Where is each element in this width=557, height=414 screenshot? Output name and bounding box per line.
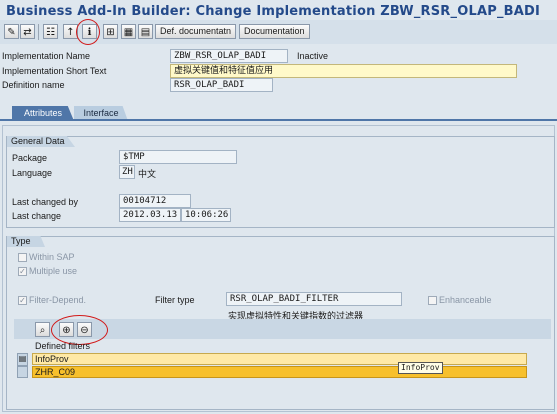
table-row[interactable]: ZHR_C09 [32,366,527,378]
tabstrip-border [0,119,557,121]
package-label: Package [12,153,48,163]
object-list-icon[interactable]: ☷ [43,24,58,39]
def-name-field: RSR_OLAP_BADI [170,78,273,92]
def-name-label: Definition name [2,80,65,90]
impl-status: Inactive [297,51,329,61]
last-changed-by-field: 00104712 [119,194,191,208]
last-change-label: Last change [12,211,62,221]
documentation-button[interactable]: Documentation [239,24,310,39]
insert-row-icon[interactable]: ⊕ [59,322,74,337]
multiple-use-label: Multiple use [29,266,78,276]
filter-table-toolbar [14,319,551,339]
impl-name-label: Implementation Name [2,51,91,61]
pencil-glasses-icon[interactable]: ✎ [4,24,19,39]
def-documentation-button[interactable]: Def. documentatn [155,24,237,39]
filter-type-field: RSR_OLAP_BADI_FILTER [226,292,402,306]
activate-icon[interactable]: ↑ [63,24,78,39]
info-icon[interactable]: ℹ [82,24,97,39]
enhanceable-checkbox [428,296,437,305]
type-group-title: Type [7,236,45,247]
toolbar-separator [38,24,39,40]
filter-depend-checkbox: ✓ [18,296,27,305]
general-data-title: General Data [7,136,75,147]
short-text-label: Implementation Short Text [2,66,107,76]
within-sap-checkbox [18,253,27,262]
language-label: Language [12,168,53,178]
last-change-time-field: 10:06:26 [181,208,231,222]
filter-column-header[interactable]: InfoProv [32,353,527,365]
filter-depend-label: Filter-Depend. [29,295,87,305]
documentation-icon[interactable]: ▤ [138,24,153,39]
within-sap-label: Within SAP [29,252,75,262]
delete-row-icon[interactable]: ⊖ [77,322,92,337]
display-icon[interactable]: ⌕ [35,322,50,337]
row-selector[interactable] [17,366,28,378]
window-title: Business Add-In Builder: Change Implemen… [6,4,541,19]
multiple-use-checkbox: ✓ [18,267,27,276]
filter-type-label: Filter type [155,295,195,305]
tooltip: InfoProv [398,362,443,374]
enhanceable-label: Enhanceable [439,295,492,305]
last-changed-by-label: Last changed by [12,197,79,207]
select-all-icon[interactable]: ▤ [17,353,28,366]
hierarchy-icon[interactable]: ⊞ [103,24,118,39]
package-field: $TMP [119,150,237,164]
short-text-input[interactable]: 虚拟关键值和特征值应用 [170,64,517,78]
impl-name-field: ZBW_RSR_OLAP_BADI [170,49,288,63]
language-code-field: ZH [119,165,135,179]
defined-filters-label: Defined filters [35,341,91,351]
last-change-date-field: 2012.03.13 [119,208,181,222]
language-name: 中文 [138,169,157,179]
where-used-icon[interactable]: ⇄ [20,24,35,39]
general-data-group [6,136,555,228]
object-directory-icon[interactable]: ▦ [121,24,136,39]
